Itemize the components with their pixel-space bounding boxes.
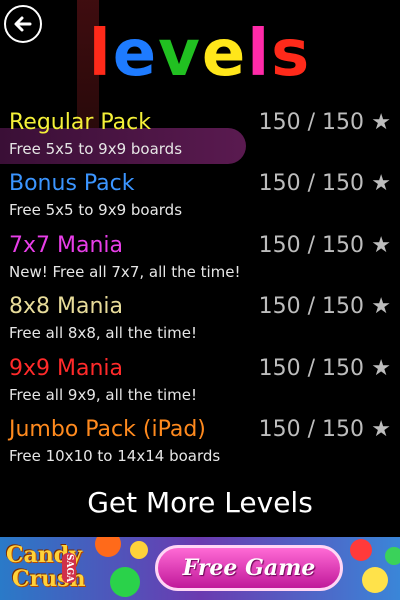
- pack-name: Bonus Pack: [9, 171, 135, 197]
- ad-banner[interactable]: Candy Crush SAGA Free Game: [0, 537, 400, 600]
- star-icon: ★: [371, 171, 391, 197]
- star-icon: ★: [371, 355, 391, 381]
- pack-name: 8x8 Mania: [9, 294, 124, 320]
- star-icon: ★: [371, 417, 391, 442]
- pack-progress-count: 150 / 150: [258, 355, 364, 381]
- star-icon: ★: [371, 294, 391, 320]
- pack-progress-count: 150 / 150: [258, 232, 364, 258]
- pack-description: Free 5x5 to 9x9 boards: [9, 201, 183, 220]
- page-title: levels: [0, 14, 400, 94]
- pack-description: Free all 9x9, all the time!: [9, 385, 197, 404]
- pack-row[interactable]: Jumbo Pack (iPad) Free 10x10 to 14x14 boa…: [0, 416, 400, 476]
- get-more-levels-button[interactable]: Get More Levels: [0, 485, 400, 521]
- title-letter: l: [88, 17, 113, 91]
- pack-description: New! Free all 7x7, all the time!: [9, 262, 241, 281]
- pack-description: Free 5x5 to 9x9 boards: [9, 140, 183, 158]
- candy-crush-logo: Candy Crush SAGA: [6, 542, 86, 592]
- pack-description: Free 10x10 to 14x14 boards: [9, 447, 221, 465]
- pack-row[interactable]: 9x9 Mania Free all 9x9, all the time! 150 …: [0, 355, 400, 415]
- pack-progress-count: 150 / 150: [258, 417, 364, 442]
- pack-name: 9x9 Mania: [9, 355, 124, 381]
- pack-name: Jumbo Pack (iPad): [9, 417, 206, 442]
- pack-row[interactable]: Regular Pack Free 5x5 to 9x9 boards 150 / …: [0, 109, 400, 169]
- title-letter: v: [158, 17, 202, 91]
- pack-progress-count: 150 / 150: [258, 171, 364, 197]
- title-letter: e: [112, 17, 159, 91]
- free-game-button[interactable]: Free Game: [155, 545, 343, 591]
- pack-description: Free all 8x8, all the time!: [9, 324, 197, 343]
- title-letter: e: [201, 17, 248, 91]
- pack-progress-count: 150 / 150: [258, 294, 364, 320]
- pack-row[interactable]: Bonus Pack Free 5x5 to 9x9 boards 150 / 15…: [0, 170, 400, 230]
- star-icon: ★: [371, 110, 391, 135]
- pack-row[interactable]: 8x8 Mania Free all 8x8, all the time! 150 …: [0, 293, 400, 353]
- pack-progress-count: 150 / 150: [258, 110, 364, 135]
- title-letter: s: [271, 17, 312, 91]
- title-letter: l: [247, 17, 272, 91]
- pack-name: 7x7 Mania: [9, 232, 124, 258]
- star-icon: ★: [371, 232, 391, 258]
- pack-row[interactable]: 7x7 Mania New! Free all 7x7, all the time…: [0, 232, 400, 292]
- pack-name: Regular Pack: [9, 110, 151, 135]
